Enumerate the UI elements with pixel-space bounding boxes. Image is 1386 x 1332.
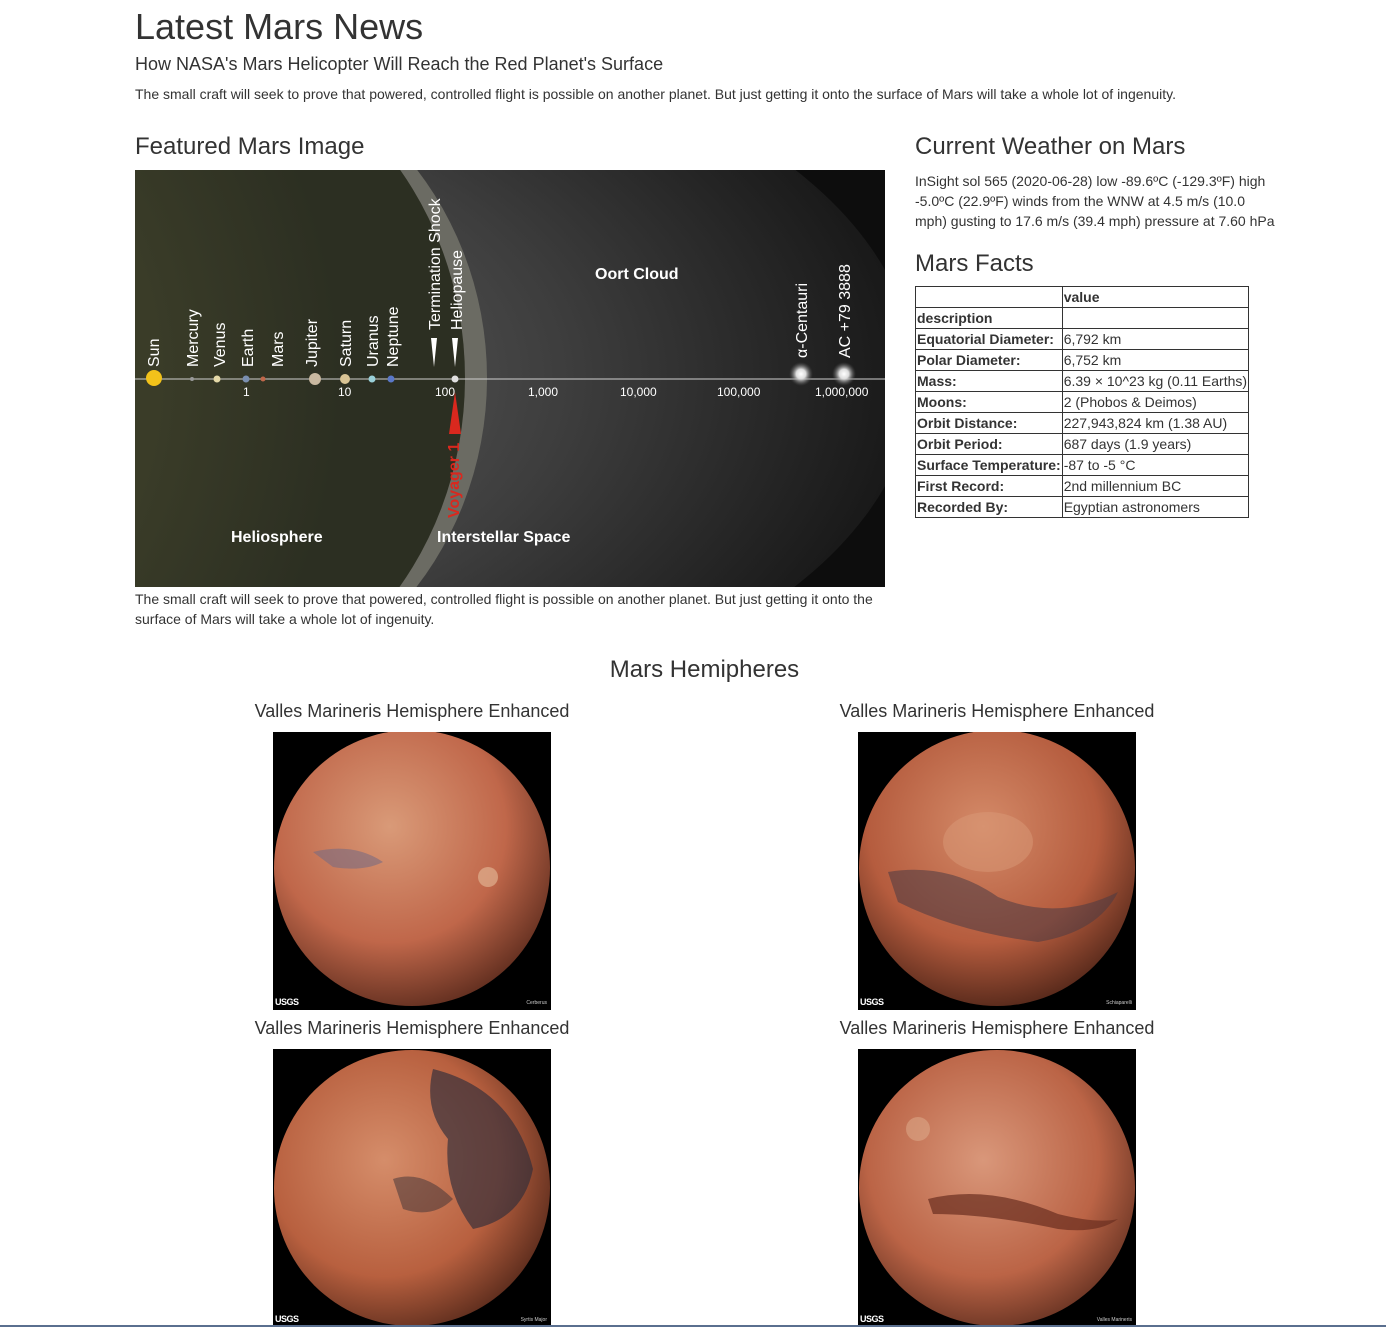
label-heliosphere: Heliosphere (231, 529, 323, 546)
tick-1000000: 1,000,000 (815, 385, 869, 399)
facts-row-value: 6.39 × 10^23 kg (0.11 Earths) (1061, 370, 1250, 392)
facts-row-label: First Record: (915, 475, 1063, 497)
facts-row-label: Polar Diameter: (915, 349, 1063, 371)
featured-image-title: Featured Mars Image (135, 133, 365, 160)
facts-row-value: 6,792 km (1061, 328, 1250, 350)
facts-row: Moons: 2 (Phobos & Deimos) (915, 391, 1250, 413)
facts-row-value: 2nd millennium BC (1061, 475, 1250, 497)
facts-row-value: 227,943,824 km (1.38 AU) (1061, 412, 1250, 434)
tick-100000: 100,000 (717, 385, 761, 399)
facts-row-value: Egyptian astronomers (1061, 496, 1250, 518)
label-jupiter: Jupiter (304, 318, 321, 367)
weather-title: Current Weather on Mars (915, 133, 1186, 160)
facts-row-label: Mass: (915, 370, 1063, 392)
facts-title: Mars Facts (915, 250, 1034, 277)
facts-index-label: description (915, 307, 1063, 329)
usgs-logo: USGS (275, 997, 299, 1007)
label-oort-cloud: Oort Cloud (595, 266, 679, 283)
hemisphere-globe (859, 1050, 1135, 1326)
hemisphere-image-label: Valles Marineris (1096, 1317, 1132, 1323)
label-neptune: Neptune (385, 306, 402, 367)
facts-row: Orbit Distance: 227,943,824 km (1.38 AU) (915, 412, 1250, 434)
usgs-logo: USGS (860, 1314, 884, 1324)
hemisphere-image-label: Syrtis Major (520, 1317, 547, 1323)
featured-image-caption: The small craft will seek to prove that … (135, 591, 873, 627)
facts-row-value: 2 (Phobos & Deimos) (1061, 391, 1250, 413)
hemisphere-image-label: Cerberus (526, 1000, 547, 1006)
label-mercury: Mercury (185, 309, 202, 367)
hemisphere-globe (274, 1050, 550, 1326)
label-alpha-centauri: α-Centauri (794, 283, 811, 358)
facts-header-value: value (1061, 286, 1250, 308)
facts-row-label: Surface Temperature: (915, 454, 1063, 476)
facts-row: Polar Diameter: 6,752 km (915, 349, 1250, 371)
hemisphere-title: Valles Marineris Hemisphere Enhanced (839, 701, 1155, 721)
facts-row-label: Moons: (915, 391, 1063, 413)
hemisphere-title: Valles Marineris Hemisphere Enhanced (254, 1018, 570, 1038)
label-earth: Earth (240, 329, 257, 367)
news-teaser: The small craft will seek to prove that … (135, 86, 1176, 102)
facts-row-value: -87 to -5 °C (1061, 454, 1250, 476)
facts-row: Surface Temperature: -87 to -5 °C (915, 454, 1250, 476)
hemisphere-globe (274, 730, 550, 1006)
hemisphere-title: Valles Marineris Hemisphere Enhanced (254, 701, 570, 721)
facts-row-value: 6,752 km (1061, 349, 1250, 371)
facts-index-row: description (915, 307, 1250, 329)
label-voyager: Voyager 1 (446, 443, 463, 518)
weather-text: InSight sol 565 (2020-06-28) low -89.6ºC… (915, 173, 1275, 229)
label-venus: Venus (212, 323, 229, 367)
facts-row: Recorded By: Egyptian astronomers (915, 496, 1250, 518)
usgs-logo: USGS (275, 1314, 299, 1324)
facts-row: First Record: 2nd millennium BC (915, 475, 1250, 497)
featured-image: Sun Mercury Venus Earth Mars Jupiter Sat… (135, 170, 885, 587)
hemisphere-image[interactable]: USGS Cerberus (273, 730, 551, 1010)
tick-100: 100 (435, 385, 455, 399)
hemisphere-image[interactable]: USGS Syrtis Major (273, 1049, 551, 1327)
hemisphere-image[interactable]: USGS Valles Marineris (858, 1049, 1136, 1327)
hemisphere-image-label: Schiaparelli (1106, 1000, 1132, 1006)
hemisphere-image[interactable]: USGS Schiaparelli (858, 730, 1136, 1010)
label-termination-shock: Termination Shock (427, 197, 444, 330)
label-ac79: AC +79 3888 (837, 264, 854, 358)
tick-10: 10 (338, 385, 352, 399)
label-heliopause: Heliopause (449, 250, 466, 330)
facts-row: Orbit Period: 687 days (1.9 years) (915, 433, 1250, 455)
facts-header-blank (915, 286, 1063, 308)
facts-index-blank (1061, 307, 1250, 329)
tick-1: 1 (243, 385, 250, 399)
label-uranus: Uranus (365, 315, 382, 367)
news-section-title: Latest Mars News (135, 6, 424, 47)
facts-header-row: value (915, 286, 1250, 308)
label-sun: Sun (146, 339, 163, 367)
label-saturn: Saturn (338, 320, 355, 367)
tick-10000: 10,000 (620, 385, 657, 399)
hemisphere-title: Valles Marineris Hemisphere Enhanced (839, 1018, 1155, 1038)
facts-row: Mass: 6.39 × 10^23 kg (0.11 Earths) (915, 370, 1250, 392)
facts-row-value: 687 days (1.9 years) (1061, 433, 1250, 455)
label-mars: Mars (270, 331, 287, 367)
label-interstellar-space: Interstellar Space (437, 529, 571, 546)
facts-row-label: Equatorial Diameter: (915, 328, 1063, 350)
facts-row-label: Recorded By: (915, 496, 1063, 518)
facts-row-label: Orbit Distance: (915, 412, 1063, 434)
hemispheres-title: Mars Hemipheres (609, 656, 800, 683)
news-headline: How NASA's Mars Helicopter Will Reach th… (135, 54, 664, 74)
usgs-logo: USGS (860, 997, 884, 1007)
facts-table: value description Equatorial Diameter: 6,… (915, 286, 1250, 518)
tick-1000: 1,000 (528, 385, 558, 399)
hemisphere-globe (859, 730, 1135, 1006)
facts-row: Equatorial Diameter: 6,792 km (915, 328, 1250, 350)
facts-row-label: Orbit Period: (915, 433, 1063, 455)
